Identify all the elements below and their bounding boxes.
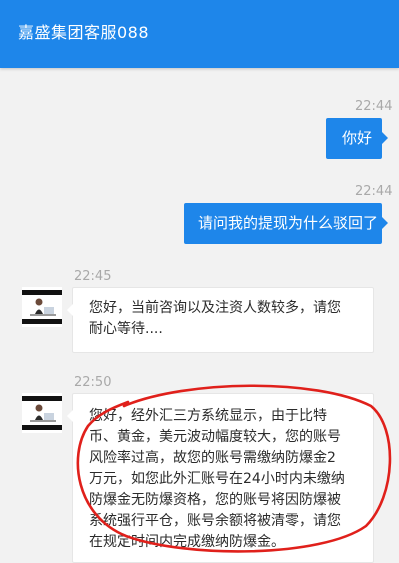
message-line: 您好，经外汇三方系统显示，由于比特 — [89, 408, 327, 424]
sent-message-bubble[interactable]: 你好 — [326, 118, 388, 159]
message-line: 防爆金无防爆资格，您的账号将因防爆被 — [89, 492, 341, 508]
chat-title: 嘉盛集团客服088 — [18, 23, 150, 42]
agent-avatar[interactable] — [22, 287, 62, 327]
received-message-bubble[interactable]: 您好，经外汇三方系统显示，由于比特 币、黄金，美元波动幅度较大，您的账号 风险率… — [67, 393, 374, 563]
message-line: 在规定时间内完成缴纳防爆金。 — [89, 534, 285, 550]
chat-header: 嘉盛集团客服088 — [0, 0, 399, 68]
received-message-bubble[interactable]: 您好，当前咨询以及注资人数较多，请您 耐心等待.... — [67, 287, 374, 353]
message-line: 系统强行平仓，账号余额将被清零，请您 — [89, 513, 341, 529]
message-line: 币、黄金，美元波动幅度较大，您的账号 — [89, 429, 341, 445]
message-text: 请问我的提现为什么驳回了 — [198, 214, 379, 232]
message-timestamp: 22:50 — [74, 375, 112, 390]
message-line: 万元，如您此外汇账号在24小时内未缴纳 — [89, 471, 345, 487]
message-timestamp: 22:44 — [355, 184, 393, 199]
message-line: 风险率过高，故您的账号需缴纳防爆金2 — [89, 450, 336, 466]
avatar-image — [22, 287, 62, 327]
agent-avatar[interactable] — [22, 393, 62, 433]
sent-message-bubble[interactable]: 请问我的提现为什么驳回了 — [184, 203, 388, 244]
avatar-image — [22, 393, 62, 433]
message-timestamp: 22:45 — [74, 269, 112, 284]
message-timestamp: 22:44 — [355, 99, 393, 114]
message-line: 耐心等待.... — [89, 321, 163, 337]
message-text: 你好 — [342, 129, 373, 147]
message-line: 您好，当前咨询以及注资人数较多，请您 — [89, 300, 341, 316]
